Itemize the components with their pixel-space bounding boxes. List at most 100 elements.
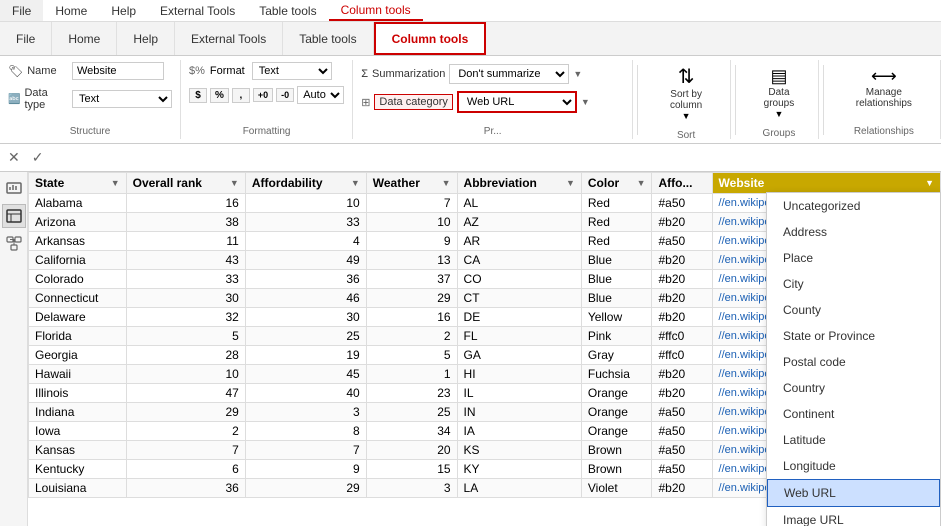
dropdown-item-city[interactable]: City xyxy=(767,271,940,297)
format-select[interactable]: Text Number Currency xyxy=(252,62,332,80)
dropdown-item-longitude[interactable]: Longitude xyxy=(767,453,940,479)
table-cell: CA xyxy=(457,251,581,270)
table-cell: IL xyxy=(457,384,581,403)
menu-home[interactable]: Home xyxy=(43,0,99,21)
formatting-content: $% Format Text Number Currency $ % , +0 … xyxy=(189,62,344,122)
table-cell: #b20 xyxy=(652,251,712,270)
structure-content: 🏷 Name 🔤 Data type Text xyxy=(8,62,172,122)
sidebar-icon-table[interactable] xyxy=(2,204,26,228)
tab-home[interactable]: Home xyxy=(52,22,117,55)
menu-table-tools[interactable]: Table tools xyxy=(247,0,328,21)
datacategory-dropdown-arrow: ▼ xyxy=(581,97,590,107)
name-input[interactable] xyxy=(73,63,163,79)
menu-external-tools[interactable]: External Tools xyxy=(148,0,247,21)
summarization-dropdown-arrow: ▼ xyxy=(573,69,582,79)
formula-input[interactable] xyxy=(51,149,937,167)
col-overall-rank[interactable]: Overall rank ▼ xyxy=(126,173,245,194)
tab-help[interactable]: Help xyxy=(117,22,175,55)
tab-file[interactable]: File xyxy=(0,22,52,55)
menu-column-tools[interactable]: Column tools xyxy=(329,0,423,21)
currency-button[interactable]: $ xyxy=(189,88,207,103)
dec-inc-button[interactable]: +0 xyxy=(253,88,273,102)
menu-bar: File Home Help External Tools Table tool… xyxy=(0,0,941,22)
summarization-select[interactable]: Don't summarize xyxy=(449,64,569,84)
table-cell: 13 xyxy=(366,251,457,270)
table-cell: Blue xyxy=(581,289,652,308)
dropdown-item-county[interactable]: County xyxy=(767,297,940,323)
state-filter-icon[interactable]: ▼ xyxy=(111,178,120,188)
sidebar-icon-model[interactable] xyxy=(2,232,26,256)
auto-select[interactable]: Auto xyxy=(297,86,344,104)
ribbon: 🏷 Name 🔤 Data type Text xyxy=(0,56,941,144)
dec-dec-button[interactable]: -0 xyxy=(276,88,294,102)
dropdown-item-address[interactable]: Address xyxy=(767,219,940,245)
format-icon: $% xyxy=(189,65,205,77)
table-cell: CO xyxy=(457,270,581,289)
col-color[interactable]: Color ▼ xyxy=(581,173,652,194)
data-groups-arrow: ▼ xyxy=(774,109,783,119)
properties-title: Pr... xyxy=(361,122,624,137)
data-groups-button[interactable]: ▤ Data groups ▼ xyxy=(748,62,810,124)
table-cell: #b20 xyxy=(652,365,712,384)
datatype-row: 🔤 Data type Text xyxy=(8,87,172,111)
manage-relationships-icon: ⟷ xyxy=(871,67,897,85)
col-state[interactable]: State ▼ xyxy=(29,173,127,194)
weather-filter-icon[interactable]: ▼ xyxy=(442,178,451,188)
table-cell: CT xyxy=(457,289,581,308)
table-cell: Orange xyxy=(581,384,652,403)
groups-title: Groups xyxy=(748,124,810,139)
structure-fields: 🏷 Name 🔤 Data type Text xyxy=(8,62,172,114)
col-website[interactable]: Website ▼ xyxy=(712,173,940,194)
table-container: State ▼ Overall rank ▼ Affordability xyxy=(28,172,941,526)
table-cell: Georgia xyxy=(29,346,127,365)
dropdown-item-place[interactable]: Place xyxy=(767,245,940,271)
col-affordability[interactable]: Affordability ▼ xyxy=(245,173,366,194)
table-cell: Red xyxy=(581,232,652,251)
table-cell: #ffc0 xyxy=(652,346,712,365)
overall-rank-filter-icon[interactable]: ▼ xyxy=(230,178,239,188)
tab-external-tools[interactable]: External Tools xyxy=(175,22,283,55)
percent-button[interactable]: % xyxy=(210,88,229,103)
format-buttons-row: $ % , +0 -0 Auto xyxy=(189,86,344,104)
datatype-label: 🔤 Data type xyxy=(8,87,68,111)
col-weather[interactable]: Weather ▼ xyxy=(366,173,457,194)
table-cell: 47 xyxy=(126,384,245,403)
datatype-select[interactable]: Text xyxy=(72,90,172,108)
formula-confirm-button[interactable]: ✓ xyxy=(28,149,48,166)
ribbon-group-groups: ▤ Data groups ▼ Groups xyxy=(740,60,819,139)
abbreviation-filter-icon[interactable]: ▼ xyxy=(566,178,575,188)
col-affo[interactable]: Affo... xyxy=(652,173,712,194)
dropdown-item-latitude[interactable]: Latitude xyxy=(767,427,940,453)
table-cell: AZ xyxy=(457,213,581,232)
affordability-filter-icon[interactable]: ▼ xyxy=(351,178,360,188)
dropdown-item-state-or-province[interactable]: State or Province xyxy=(767,323,940,349)
menu-file[interactable]: File xyxy=(0,0,43,21)
tab-table-tools[interactable]: Table tools xyxy=(283,22,373,55)
formatting-title: Formatting xyxy=(189,122,344,137)
col-abbreviation[interactable]: Abbreviation ▼ xyxy=(457,173,581,194)
color-filter-icon[interactable]: ▼ xyxy=(637,178,646,188)
table-cell: Violet xyxy=(581,479,652,498)
comma-button[interactable]: , xyxy=(232,88,250,103)
sidebar-icon-report[interactable] xyxy=(2,176,26,200)
dropdown-item-uncategorized[interactable]: Uncategorized xyxy=(767,193,940,219)
table-cell: California xyxy=(29,251,127,270)
dropdown-item-continent[interactable]: Continent xyxy=(767,401,940,427)
divider-2 xyxy=(735,65,736,135)
website-filter-icon[interactable]: ▼ xyxy=(925,178,934,188)
table-cell: 8 xyxy=(245,422,366,441)
datacategory-select[interactable]: Web URL xyxy=(457,91,577,113)
dropdown-item-country[interactable]: Country xyxy=(767,375,940,401)
manage-relationships-button[interactable]: ⟷ Manage relationships xyxy=(836,62,932,114)
dropdown-item-image-url[interactable]: Image URL xyxy=(767,507,940,526)
table-cell: 10 xyxy=(126,365,245,384)
dropdown-item-postal-code[interactable]: Postal code xyxy=(767,349,940,375)
table-cell: Iowa xyxy=(29,422,127,441)
menu-help[interactable]: Help xyxy=(99,0,148,21)
dropdown-item-web-url[interactable]: Web URL xyxy=(767,479,940,507)
table-cell: #a50 xyxy=(652,403,712,422)
data-groups-icon: ▤ xyxy=(770,67,787,85)
sort-by-column-button[interactable]: ⇅ Sort by column ▼ xyxy=(650,62,722,126)
tab-column-tools[interactable]: Column tools xyxy=(374,22,487,55)
formula-cancel-button[interactable]: ✕ xyxy=(4,149,24,166)
